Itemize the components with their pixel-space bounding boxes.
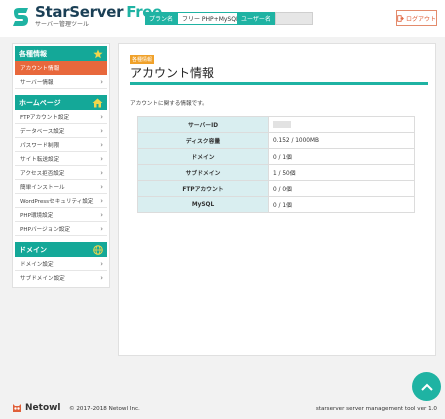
logout-button[interactable]: ログアウト <box>396 10 437 26</box>
star-icon <box>93 49 103 58</box>
sidebar-section-title: ホームページ <box>19 98 61 107</box>
netowl-logo[interactable]: Netowl <box>12 403 61 413</box>
table-value: 0 / 1個 <box>268 148 415 165</box>
chevron-right-icon: › <box>100 126 103 135</box>
sidebar-section-title: ドメイン <box>19 245 47 254</box>
sidebar-section-homepage: ホームページ <box>15 95 107 110</box>
sidebar-item-label: データベース設定 <box>20 128 65 135</box>
sidebar-item-label: サーバー情報 <box>20 79 54 86</box>
sidebar-item-label: ドメイン設定 <box>20 261 54 268</box>
sidebar-item-label: WordPressセキュリティ設定 <box>20 198 94 205</box>
title-underline <box>130 82 428 85</box>
chevron-right-icon: › <box>100 196 103 205</box>
table-value: 1 / 50個 <box>268 164 415 181</box>
logo-name: StarServerFree <box>35 4 162 20</box>
sidebar-item-label: パスワード制限 <box>20 142 60 149</box>
owl-icon <box>13 404 21 412</box>
table-key: ディスク容量 <box>137 132 269 149</box>
sidebar-item-wordpress-security[interactable]: WordPressセキュリティ設定 › <box>15 194 107 208</box>
sidebar-item-label: 簡単インストール <box>20 184 65 191</box>
user-info: ユーザー名 <box>237 12 313 25</box>
plan-value: フリー PHP+MySQL <box>177 12 245 25</box>
table-row: ドメイン 0 / 1個 <box>137 148 415 165</box>
redacted-value <box>273 121 291 128</box>
chevron-right-icon: › <box>100 112 103 121</box>
sidebar-section-title: 各種情報 <box>19 49 47 58</box>
chevron-right-icon: › <box>100 224 103 233</box>
chevron-right-icon: › <box>100 168 103 177</box>
chevron-right-icon: › <box>100 140 103 149</box>
plan-info: プラン名 フリー PHP+MySQL <box>145 12 245 25</box>
table-row: MySQL 0 / 1個 <box>137 196 415 213</box>
chevron-right-icon: › <box>100 182 103 191</box>
chevron-right-icon: › <box>100 77 103 86</box>
sidebar-section-domain: ドメイン <box>15 242 107 257</box>
chevron-right-icon: › <box>100 154 103 163</box>
version-text: starserver server management tool ver 1.… <box>315 406 437 412</box>
sidebar-item-subdomain-settings[interactable]: サブドメイン設定 › <box>15 271 107 285</box>
sidebar-section-info: 各種情報 <box>15 46 107 61</box>
footer: Netowl © 2017-2018 Netowl Inc. starserve… <box>0 398 445 419</box>
chevron-up-icon <box>420 383 433 391</box>
sidebar-item-php-env[interactable]: PHP環境設定 › <box>15 208 107 222</box>
sidebar-item-php-version[interactable]: PHPバージョン設定 › <box>15 222 107 236</box>
starserver-logo-icon <box>10 6 32 28</box>
sidebar-item-label: サブドメイン設定 <box>20 276 65 282</box>
table-key: サブドメイン <box>137 164 269 181</box>
section-badge: 各種情報 <box>130 55 155 64</box>
table-key: ドメイン <box>137 148 269 165</box>
sidebar-item-label: サイト転送設定 <box>20 156 60 163</box>
globe-icon <box>93 244 103 255</box>
sidebar-item-label: アクセス拒否設定 <box>20 170 65 177</box>
sidebar-item-easy-install[interactable]: 簡単インストール › <box>15 180 107 194</box>
table-row: FTPアカウント 0 / 0個 <box>137 180 415 197</box>
table-value: 0 / 0個 <box>268 180 415 197</box>
table-value: 0 / 1個 <box>268 196 415 213</box>
sidebar-item-label: FTPアカウント設定 <box>20 114 70 121</box>
sidebar: 各種情報 アカウント情報 サーバー情報 › ホームページ FTPアカウント設定 ›… <box>12 43 110 288</box>
sidebar-item-database[interactable]: データベース設定 › <box>15 124 107 138</box>
account-info-table: サーバーID ディスク容量 0.152 / 1000MB ドメイン 0 / 1個… <box>137 116 415 213</box>
page-description: アカウントに関する情報です。 <box>130 101 208 107</box>
sidebar-item-ftp-account[interactable]: FTPアカウント設定 › <box>15 110 107 124</box>
sidebar-item-label: PHP環境設定 <box>20 212 54 219</box>
sidebar-item-server-info[interactable]: サーバー情報 › <box>15 75 107 89</box>
chevron-right-icon: › <box>100 259 103 268</box>
table-row: ディスク容量 0.152 / 1000MB <box>137 132 415 149</box>
sidebar-item-label: アカウント情報 <box>20 65 60 72</box>
sidebar-item-domain-settings[interactable]: ドメイン設定 › <box>15 257 107 271</box>
table-value: 0.152 / 1000MB <box>268 132 415 149</box>
sidebar-item-site-redirect[interactable]: サイト転送設定 › <box>15 152 107 166</box>
page-title: アカウント情報 <box>130 66 215 80</box>
table-row: サブドメイン 1 / 50個 <box>137 164 415 181</box>
user-label: ユーザー名 <box>237 12 275 25</box>
sidebar-item-account-info[interactable]: アカウント情報 <box>15 61 107 75</box>
sidebar-item-label: PHPバージョン設定 <box>20 226 70 233</box>
table-row: サーバーID <box>137 116 415 133</box>
table-value-redacted <box>268 116 415 133</box>
logout-label: ログアウト <box>406 15 437 23</box>
table-key: MySQL <box>137 196 269 213</box>
logo[interactable]: StarServerFree サーバー管理ツール <box>10 4 162 29</box>
scroll-to-top-button[interactable] <box>412 372 441 401</box>
table-key: FTPアカウント <box>137 180 269 197</box>
main-content: 各種情報 アカウント情報 アカウントに関する情報です。 サーバーID ディスク容… <box>118 43 436 356</box>
sidebar-item-password-restriction[interactable]: パスワード制限 › <box>15 138 107 152</box>
house-icon <box>92 98 103 107</box>
chevron-right-icon: › <box>100 210 103 219</box>
logo-subtitle: サーバー管理ツール <box>35 21 89 28</box>
table-key: サーバーID <box>137 116 269 133</box>
user-value-redacted <box>274 12 313 25</box>
chevron-right-icon: › <box>100 274 103 282</box>
netowl-brand: Netowl <box>25 403 61 413</box>
header: StarServerFree サーバー管理ツール プラン名 フリー PHP+My… <box>0 0 445 37</box>
sidebar-item-access-deny[interactable]: アクセス拒否設定 › <box>15 166 107 180</box>
copyright: © 2017-2018 Netowl Inc. <box>69 406 140 412</box>
plan-label: プラン名 <box>145 12 178 25</box>
logout-icon <box>397 14 404 22</box>
